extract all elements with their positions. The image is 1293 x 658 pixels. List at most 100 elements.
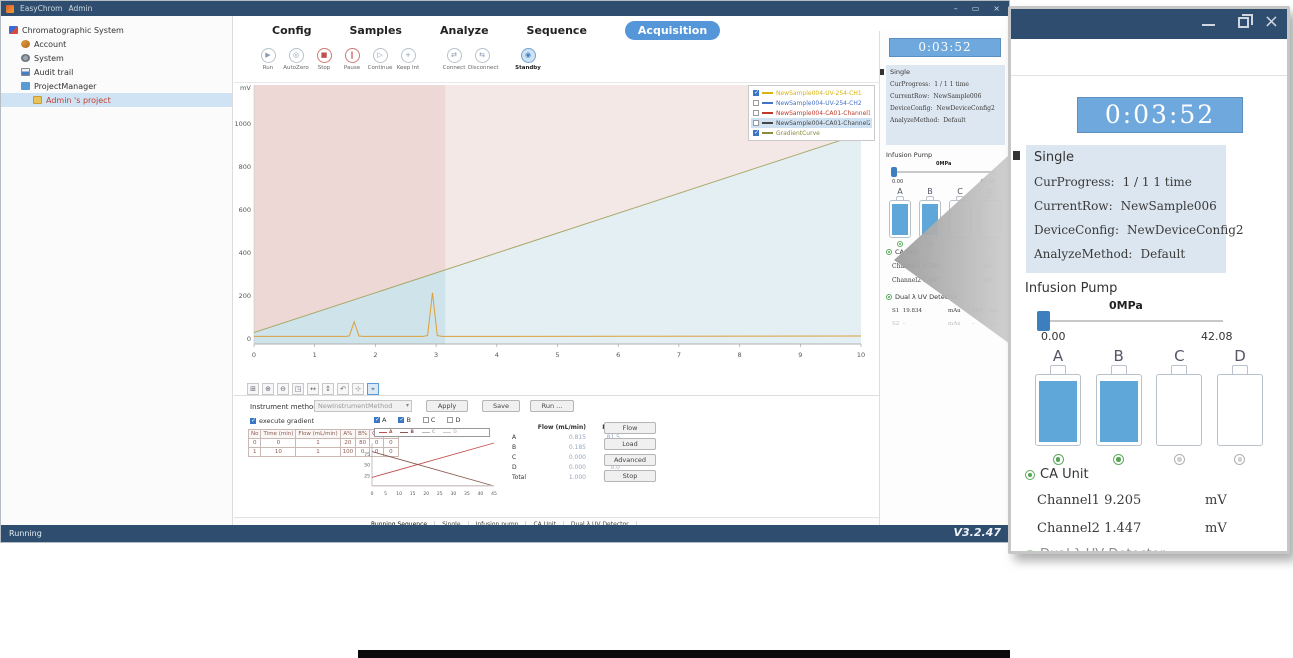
apply-button[interactable]: Apply — [426, 400, 468, 412]
undo-zoom-icon[interactable]: ↶ — [337, 383, 349, 395]
legend-row[interactable]: NewSample004-CA01-Channel1 — [751, 108, 872, 118]
legend-swatch — [762, 112, 773, 114]
flow-button[interactable]: Flow — [604, 422, 656, 434]
pan-icon[interactable]: ⊹ — [352, 383, 364, 395]
pause-button[interactable]: ‖ Pause — [338, 48, 366, 71]
svg-text:9: 9 — [798, 351, 802, 359]
status-bar: Running V3.2.47 — [1, 525, 1009, 542]
sidebar-item-project-manager[interactable]: ProjectManager — [1, 79, 232, 93]
svg-text:25: 25 — [437, 491, 443, 497]
crosshair-icon[interactable]: ⌖ — [367, 383, 379, 395]
menu-acquisition[interactable]: Acquisition — [625, 21, 720, 40]
legend-row[interactable]: GradientCurve — [751, 128, 872, 138]
restore-icon — [1238, 17, 1249, 28]
save-button[interactable]: Save — [482, 400, 520, 412]
box-zoom-icon[interactable]: ◳ — [292, 383, 304, 395]
run-method-button[interactable]: Run ... — [530, 400, 574, 412]
sidebar-item-audit-trail[interactable]: Audit trail — [1, 65, 232, 79]
legend-row[interactable]: NewSample004-CA01-Channel2 — [751, 118, 872, 128]
stop-button[interactable]: ■ Stop — [310, 48, 338, 71]
close-button[interactable]: × — [989, 5, 1004, 13]
check-c[interactable]: C — [423, 416, 436, 424]
svg-text:45: 45 — [491, 491, 497, 497]
legend-swatch — [762, 122, 773, 124]
svg-text:10: 10 — [857, 351, 865, 359]
bottle-a-large — [1033, 365, 1083, 446]
preview-channel-checks: A B C D — [374, 416, 460, 424]
maximize-button[interactable]: ▭ — [968, 5, 984, 13]
svg-text:3: 3 — [434, 351, 438, 359]
bottle-d-status-large — [1234, 454, 1245, 465]
sidebar-item-chromatographic-system[interactable]: Chromatographic System — [1, 23, 232, 37]
single-status-box-large: Single CurProgress:1 / 1 1 time CurrentR… — [1026, 145, 1226, 273]
checkbox-icon[interactable] — [250, 418, 256, 424]
legend-swatch — [762, 102, 773, 104]
app-window: EasyChrom Admin – ▭ × Chromatographic Sy… — [0, 0, 1010, 543]
folder-icon — [21, 82, 30, 90]
gear-icon — [21, 54, 30, 62]
zoom-out-icon[interactable]: ⊖ — [277, 383, 289, 395]
app-icon — [6, 5, 14, 13]
ca-channel1-row-large: Channel1 9.205 mV — [1037, 493, 1141, 508]
instrument-method-combo[interactable]: NewInstrumentMethod — [314, 400, 412, 412]
stop-flow-button[interactable]: Stop — [604, 470, 656, 482]
sidebar-item-admin-project[interactable]: Admin 's project — [1, 93, 232, 107]
check-a[interactable]: A — [374, 416, 386, 424]
load-button[interactable]: Load — [604, 438, 656, 450]
screenshot-root: EasyChrom Admin – ▭ × Chromatographic Sy… — [0, 0, 1293, 658]
svg-text:mV: mV — [240, 84, 251, 92]
menu-config[interactable]: Config — [272, 24, 312, 37]
gradient-preview-chart: 255075051015202530354045 — [356, 440, 504, 502]
connect-button[interactable]: ⇄ Connect — [440, 48, 468, 71]
stop-icon: ■ — [317, 48, 332, 63]
ca-channel2-row-large: Channel2 1.447 mV — [1037, 521, 1141, 536]
svg-text:2: 2 — [373, 351, 377, 359]
keep-int-button[interactable]: + Keep Int — [394, 48, 422, 71]
standby-button[interactable]: ◉ Standby — [514, 48, 542, 71]
bottle-c-status-large — [1174, 454, 1185, 465]
check-d[interactable]: D — [447, 416, 460, 424]
zoom-x-icon[interactable]: ↔ — [307, 383, 319, 395]
zoom-in-icon[interactable]: ⊕ — [262, 383, 274, 395]
sidebar-item-system[interactable]: System — [1, 51, 232, 65]
menu-sequence[interactable]: Sequence — [527, 24, 587, 37]
advanced-button[interactable]: Advanced — [604, 454, 656, 466]
section-marker — [880, 69, 884, 75]
svg-text:40: 40 — [478, 491, 484, 497]
magnified-titlebar: × — [1011, 9, 1287, 39]
bottle-b-large — [1094, 365, 1144, 446]
run-icon: ▶ — [261, 48, 276, 63]
check-b[interactable]: B — [398, 416, 410, 424]
legend-checkbox[interactable] — [753, 100, 759, 106]
svg-text:8: 8 — [738, 351, 742, 359]
zoom-y-icon[interactable]: ↕ — [322, 383, 334, 395]
execute-gradient-checkbox[interactable]: execute gradient — [250, 417, 314, 425]
run-button[interactable]: ▶ Run — [254, 48, 282, 71]
legend-checkbox[interactable] — [753, 120, 759, 126]
legend-row[interactable]: NewSample004-UV-254-CH1 — [751, 88, 872, 98]
minimize-button[interactable]: – — [950, 5, 962, 13]
method-panel: Instrument method: NewInstrumentMethod A… — [234, 395, 879, 517]
legend-row[interactable]: NewSample004-UV-254-CH2 — [751, 98, 872, 108]
disconnect-button[interactable]: ⇆ Disconnect — [468, 48, 496, 71]
bottle-d-large — [1215, 365, 1265, 446]
legend-checkbox[interactable] — [753, 130, 759, 136]
magnified-device-panel: × 0:03:52 Single CurProgress:1 / 1 1 tim… — [1008, 6, 1290, 554]
logged-in-user: Admin — [68, 4, 92, 13]
legend-checkbox[interactable] — [753, 110, 759, 116]
menu-analyze[interactable]: Analyze — [440, 24, 489, 37]
close-icon: × — [1264, 11, 1279, 32]
menu-samples[interactable]: Samples — [350, 24, 402, 37]
autozero-button[interactable]: ◎ AutoZero — [282, 48, 310, 71]
sidebar-item-account[interactable]: Account — [1, 37, 232, 51]
fit-icon[interactable]: ⊞ — [247, 383, 259, 395]
chromatogram-area: 02004006008001000012345678910mV NewSampl… — [234, 77, 879, 379]
continue-button[interactable]: ▷ Continue — [366, 48, 394, 71]
svg-text:30: 30 — [450, 491, 456, 497]
legend-checkbox[interactable] — [753, 90, 759, 96]
magnifier-callout — [892, 148, 1010, 348]
divider — [1011, 75, 1287, 76]
run-timer-large: 0:03:52 — [1077, 97, 1243, 133]
pressure-max-large: 42.08 — [1201, 330, 1233, 343]
bottle-c-large — [1154, 365, 1204, 446]
